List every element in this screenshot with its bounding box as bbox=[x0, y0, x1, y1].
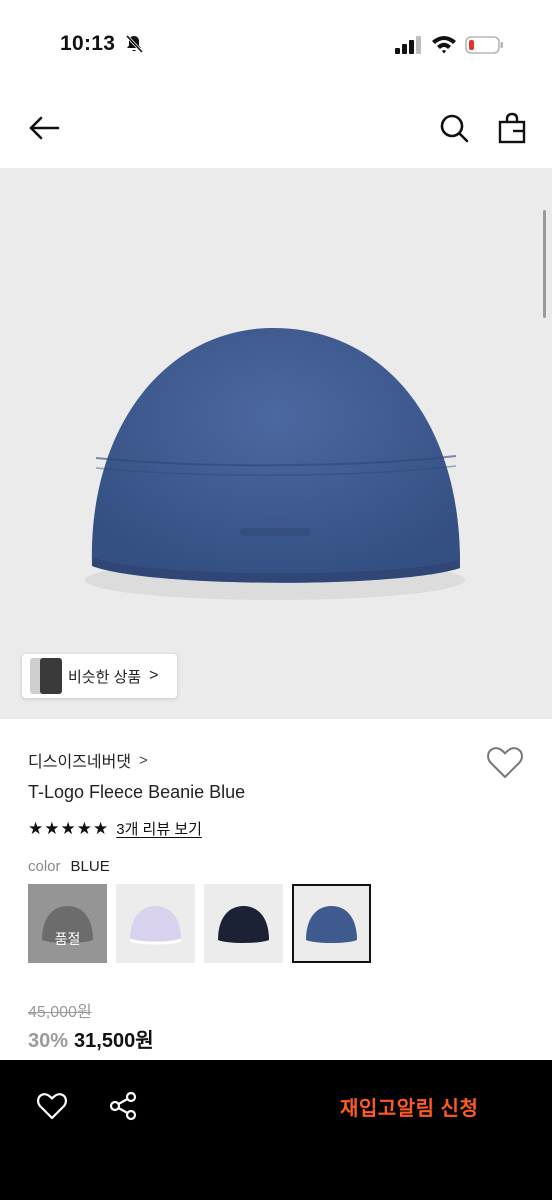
swatch-lavender[interactable] bbox=[116, 884, 195, 963]
color-label: color bbox=[28, 858, 61, 875]
sold-out-label: 품절 bbox=[54, 931, 81, 947]
signal-icon bbox=[395, 36, 421, 54]
color-value: BLUE bbox=[70, 858, 110, 875]
beanie-thumbnail-navy bbox=[218, 906, 269, 943]
beanie-thumbnail-blue bbox=[306, 906, 357, 943]
swatch-blue[interactable] bbox=[292, 884, 371, 963]
price-row: 30% 31,500원 bbox=[28, 1024, 154, 1053]
battery-low-icon bbox=[465, 36, 503, 54]
restock-alert-button[interactable]: 재입고알림 신청 bbox=[340, 1092, 478, 1121]
star-rating: ★ ★ ★ ★ ★ bbox=[28, 820, 108, 837]
similar-thumbnails bbox=[28, 654, 68, 698]
bottom-action-bar: 재입고알림 신청 bbox=[0, 1060, 552, 1200]
swatch-gray[interactable]: 품절 bbox=[28, 884, 107, 963]
back-arrow-icon[interactable] bbox=[28, 112, 60, 144]
brand-name: 디스이즈네버댓 bbox=[28, 754, 132, 771]
wifi-icon bbox=[432, 36, 456, 54]
star-icon: ★ bbox=[44, 819, 60, 838]
beanie-thumbnail-lavender bbox=[129, 906, 182, 945]
shopping-bag-icon[interactable] bbox=[496, 112, 528, 144]
bell-slash-icon bbox=[125, 34, 144, 54]
star-icon: ★ bbox=[28, 819, 44, 838]
status-time: 10:13 bbox=[60, 32, 116, 55]
swatch-navy[interactable] bbox=[204, 884, 283, 963]
product-name: T-Logo Fleece Beanie Blue bbox=[28, 782, 246, 802]
similar-products-button[interactable]: 비슷한 상품 > bbox=[22, 654, 177, 698]
nav-bar bbox=[0, 92, 552, 164]
rating-row: ★ ★ ★ ★ ★ 3개 리뷰 보기 bbox=[28, 818, 202, 839]
image-scroll-indicator bbox=[543, 210, 546, 318]
star-icon: ★ bbox=[76, 819, 92, 838]
similar-thumbnail bbox=[40, 658, 62, 694]
brand-link[interactable]: 디스이즈네버댓 > bbox=[28, 748, 148, 772]
heart-icon[interactable] bbox=[36, 1090, 68, 1122]
search-icon[interactable] bbox=[438, 112, 470, 144]
wishlist-heart-icon[interactable] bbox=[486, 744, 524, 782]
star-icon: ★ bbox=[60, 819, 76, 838]
color-swatches: 품절 bbox=[28, 884, 371, 963]
status-bar: 10:13 bbox=[0, 0, 552, 90]
review-link[interactable]: 3개 리뷰 보기 bbox=[116, 818, 202, 839]
discount-rate: 30% bbox=[28, 1030, 69, 1052]
similar-products-label: 비슷한 상품 bbox=[68, 668, 142, 686]
sold-out-overlay: 품절 bbox=[28, 884, 107, 963]
star-icon: ★ bbox=[93, 819, 109, 838]
chevron-right-icon: > bbox=[149, 667, 159, 684]
product-image-gallery[interactable]: 비슷한 상품 > bbox=[0, 168, 552, 719]
original-price: 45,000원 bbox=[28, 1004, 92, 1021]
sale-price: 31,500원 bbox=[74, 1030, 154, 1052]
color-option-row: color BLUE bbox=[28, 858, 110, 875]
beanie-image bbox=[85, 327, 465, 600]
chevron-right-icon: > bbox=[139, 751, 148, 769]
share-icon[interactable] bbox=[107, 1090, 139, 1122]
